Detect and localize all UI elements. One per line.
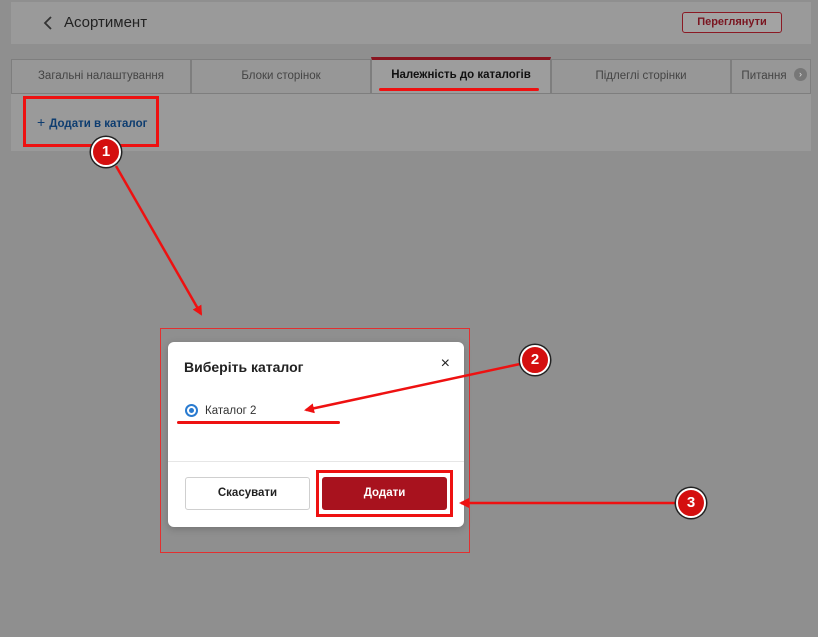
highlight-underline-option [177, 421, 340, 424]
page-header: Асортимент Переглянути [11, 2, 811, 44]
tab-general-settings[interactable]: Загальні налаштування [11, 59, 191, 94]
tab-questions-label: Питання [741, 70, 787, 82]
step-badge-1: 1 [91, 137, 121, 167]
dialog-divider [168, 461, 464, 462]
page-title: Асортимент [64, 14, 148, 31]
chevron-left-icon[interactable] [41, 14, 55, 32]
highlight-box-add-button [316, 470, 453, 517]
chevron-right-icon[interactable]: › [794, 68, 807, 81]
dialog-title: Виберіть каталог [184, 359, 304, 375]
arrow-1 [114, 165, 203, 316]
step-badge-2: 2 [520, 345, 550, 375]
highlight-box-add-link [23, 96, 159, 147]
cancel-button[interactable]: Скасувати [185, 477, 310, 510]
highlight-underline-tab [379, 88, 539, 91]
step-badge-3: 3 [676, 488, 706, 518]
tab-child-pages[interactable]: Підлеглі сторінки [551, 59, 731, 94]
catalog-option-label: Каталог 2 [205, 404, 257, 417]
radio-button[interactable] [185, 404, 198, 417]
close-icon[interactable]: × [441, 356, 450, 372]
preview-button[interactable]: Переглянути [682, 12, 782, 33]
tab-page-blocks[interactable]: Блоки сторінок [191, 59, 371, 94]
catalog-option[interactable]: Каталог 2 [185, 404, 256, 417]
